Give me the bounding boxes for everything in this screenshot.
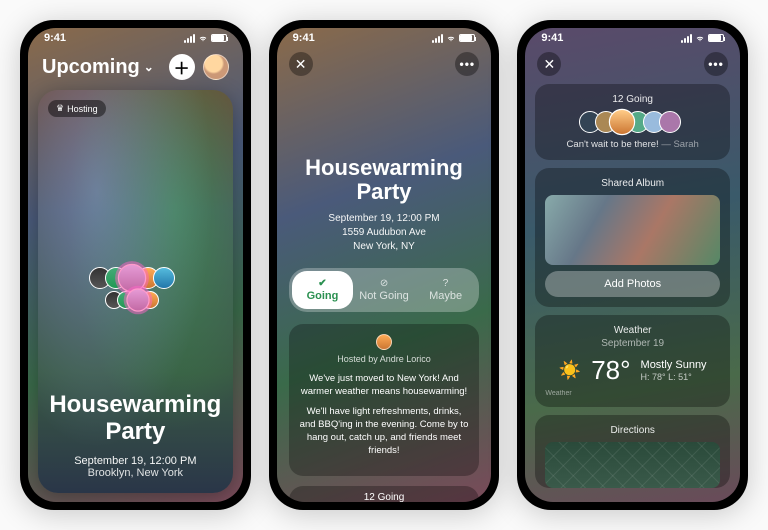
avatar	[659, 111, 681, 133]
avatar	[608, 109, 634, 135]
screen: 9:41 ✕ ••• Housewarming Party September …	[277, 28, 492, 502]
phone-event-widgets: 9:41 ✕ ••• 12 Going	[517, 20, 748, 510]
chevron-down-icon: ⌄	[144, 60, 154, 74]
weather-source: Weather	[545, 390, 720, 397]
status-time: 9:41	[541, 32, 563, 44]
rsvp-not-going-label: Not Going	[359, 290, 409, 302]
more-button[interactable]: •••	[455, 52, 479, 76]
filter-title: Upcoming	[42, 56, 140, 79]
going-count-label: 12 Going	[289, 492, 480, 502]
cellular-icon	[681, 34, 692, 43]
phone-event-detail: 9:41 ✕ ••• Housewarming Party September …	[269, 20, 500, 510]
host-avatar	[376, 334, 392, 350]
close-icon: ✕	[295, 56, 307, 73]
phone-upcoming: 9:41 Upcoming ⌄ ＋ ♛ Hosting	[20, 20, 251, 510]
check-icon: ✔︎	[318, 278, 326, 289]
close-icon: ✕	[543, 56, 555, 73]
add-photos-button[interactable]: Add Photos	[545, 271, 720, 297]
event-date: September 19, 12:00 PM	[277, 212, 492, 226]
profile-avatar-button[interactable]	[203, 54, 229, 80]
circle-slash-icon: ⊘	[380, 278, 388, 289]
status-time: 9:41	[293, 32, 315, 44]
rsvp-going-button[interactable]: ✔︎ Going	[292, 271, 354, 309]
rsvp-not-going-button[interactable]: ⊘ Not Going	[353, 271, 415, 309]
more-button[interactable]: •••	[704, 52, 728, 76]
hosted-by-line: Hosted by Andre Lorico	[299, 353, 470, 366]
avatar	[153, 267, 175, 289]
sun-icon: ☀️	[559, 360, 581, 381]
event-city: New York, NY	[277, 240, 492, 254]
weather-card[interactable]: Weather September 19 ☀️ 78° Mostly Sunny…	[535, 315, 730, 407]
battery-icon	[708, 34, 724, 42]
status-bar: 9:41	[28, 28, 243, 48]
event-title: Housewarming Party	[277, 156, 492, 204]
weather-hilo: H: 78° L: 51°	[641, 372, 707, 384]
event-date: September 19, 12:00 PM	[38, 455, 233, 467]
weather-summary: Mostly Sunny	[641, 358, 707, 372]
wifi-icon	[198, 33, 208, 43]
shared-album-card: Shared Album Add Photos	[535, 168, 730, 307]
attendee-quote: Can't wait to be there! — Sarah	[545, 139, 720, 150]
screen: 9:41 ✕ ••• 12 Going	[525, 28, 740, 502]
rsvp-maybe-button[interactable]: ? Maybe	[415, 271, 477, 309]
screen: 9:41 Upcoming ⌄ ＋ ♛ Hosting	[28, 28, 243, 502]
weather-head: Weather	[545, 325, 720, 336]
event-location: Brooklyn, New York	[38, 467, 233, 479]
status-bar: 9:41	[277, 28, 492, 48]
plus-icon: ＋	[174, 55, 190, 79]
more-icon: •••	[708, 57, 724, 71]
going-avatars	[545, 111, 720, 133]
quote-author: — Sarah	[661, 139, 699, 150]
directions-head: Directions	[545, 425, 720, 436]
map-preview[interactable]	[545, 442, 720, 488]
attendee-avatars-row2	[38, 291, 233, 309]
detail-topbar: ✕ •••	[525, 48, 740, 76]
rsvp-going-label: Going	[307, 290, 339, 302]
status-right	[184, 33, 227, 43]
crown-icon: ♛	[56, 103, 64, 114]
close-button[interactable]: ✕	[537, 52, 561, 76]
event-card-info: Housewarming Party September 19, 12:00 P…	[38, 392, 233, 479]
going-card[interactable]: 12 Going Can't wait to be there! — Sarah	[535, 84, 730, 160]
question-icon: ?	[443, 278, 449, 289]
detail-topbar: ✕ •••	[277, 48, 492, 76]
event-card[interactable]: ♛ Hosting Housewarming Party September 1…	[38, 90, 233, 493]
close-button[interactable]: ✕	[289, 52, 313, 76]
directions-card[interactable]: Directions	[535, 415, 730, 488]
status-time: 9:41	[44, 32, 66, 44]
new-event-button[interactable]: ＋	[169, 54, 195, 80]
going-card-head: 12 Going	[545, 94, 720, 105]
cellular-icon	[184, 34, 195, 43]
rsvp-maybe-label: Maybe	[429, 290, 462, 302]
battery-icon	[211, 34, 227, 42]
filter-dropdown[interactable]: Upcoming ⌄	[42, 56, 154, 79]
weather-date: September 19	[545, 338, 720, 349]
going-preview-card[interactable]: 12 Going	[289, 486, 480, 502]
add-photos-label: Add Photos	[604, 278, 661, 290]
event-address: 1559 Audubon Ave	[277, 226, 492, 240]
event-title: Housewarming Party	[38, 392, 233, 445]
event-hero: Housewarming Party September 19, 12:00 P…	[277, 156, 492, 254]
hosting-badge: ♛ Hosting	[48, 100, 106, 117]
album-thumbnail[interactable]	[545, 195, 720, 265]
event-description-card: Hosted by Andre Lorico We've just moved …	[289, 324, 480, 475]
battery-icon	[459, 34, 475, 42]
weather-temp: 78°	[591, 355, 630, 386]
wifi-icon	[446, 33, 456, 43]
home-header: Upcoming ⌄ ＋	[28, 48, 243, 90]
attendee-avatars-row1	[38, 267, 233, 289]
quote-text: Can't wait to be there!	[567, 139, 659, 150]
description-p2: We'll have light refreshments, drinks, a…	[299, 405, 470, 458]
status-bar: 9:41	[525, 28, 740, 48]
rsvp-segmented-control: ✔︎ Going ⊘ Not Going ? Maybe	[289, 268, 480, 312]
shared-album-head: Shared Album	[545, 178, 720, 189]
more-icon: •••	[460, 57, 476, 71]
wifi-icon	[695, 33, 705, 43]
cellular-icon	[432, 34, 443, 43]
description-p1: We've just moved to New York! And warmer…	[299, 372, 470, 399]
hosting-badge-label: Hosting	[67, 104, 98, 114]
